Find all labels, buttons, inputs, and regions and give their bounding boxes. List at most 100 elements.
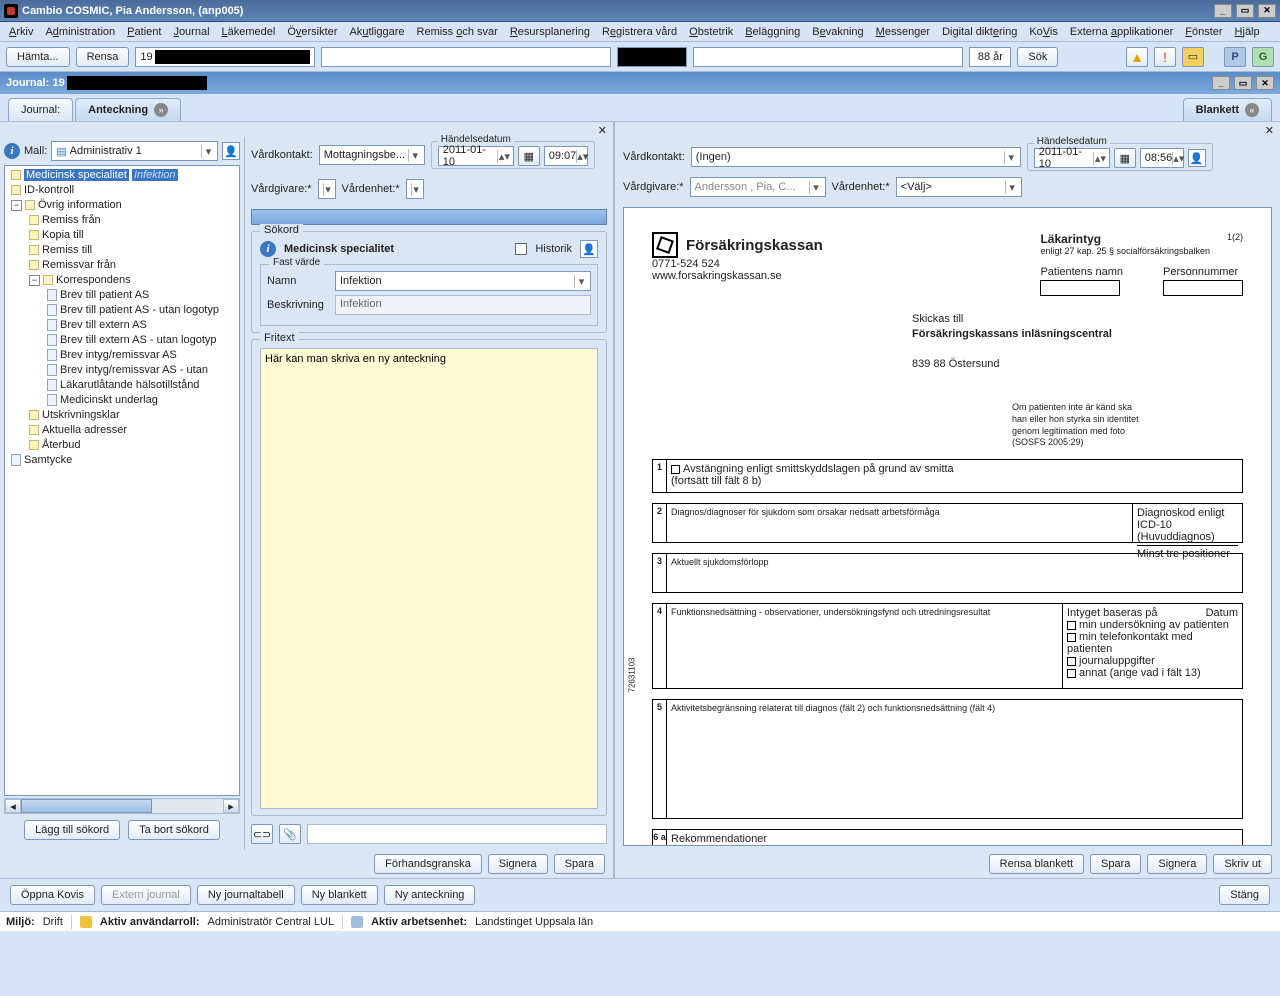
attachment-field[interactable] — [307, 824, 607, 844]
sub-maximize-icon[interactable]: ▭ — [1234, 76, 1252, 90]
clear-form-button[interactable]: Rensa blankett — [989, 854, 1084, 874]
patient-id-field[interactable]: 19 — [135, 47, 315, 67]
g-button[interactable]: G — [1252, 47, 1274, 67]
tree-item[interactable]: Remiss till — [42, 244, 92, 256]
menu-läkemedel[interactable]: Läkemedel — [217, 24, 281, 40]
tree-item[interactable]: Medicinsk specialitet — [24, 169, 129, 181]
horizontal-scrollbar[interactable]: ◂▸ — [4, 798, 240, 814]
patient-name-field[interactable] — [321, 47, 611, 67]
tree-item[interactable]: Brev till patient AS — [60, 289, 149, 301]
menu-administration[interactable]: Administration — [40, 24, 120, 40]
r-vardenhet-combo[interactable]: <Välj>▾ — [896, 177, 1022, 197]
person-icon[interactable]: 👤 — [222, 142, 240, 160]
vardenhet-combo[interactable]: ▾ — [406, 179, 424, 199]
tree-item[interactable]: Läkarutlåtande hälsotillstånd — [60, 379, 199, 391]
tab-anteckning[interactable]: Anteckning» — [75, 98, 181, 121]
extra-field[interactable] — [693, 47, 963, 67]
close-panel-icon[interactable]: ✕ — [1265, 124, 1274, 137]
fetch-button[interactable]: Hämta... — [6, 47, 70, 67]
tree-item[interactable]: Utskrivningsklar — [42, 409, 120, 421]
menu-externa-applikationer[interactable]: Externa applikationer — [1065, 24, 1178, 40]
form-preview[interactable]: 1(2) 72631103 Försäkringskassan 0771-524… — [623, 207, 1272, 846]
tree-item[interactable]: Övrig information — [38, 199, 122, 211]
sign-button[interactable]: Signera — [488, 854, 548, 874]
menu-resursplanering[interactable]: Resursplanering — [505, 24, 595, 40]
r-vardgivare-combo[interactable]: Andersson , Pia, C...▾ — [690, 177, 826, 197]
tree-item[interactable]: Kopia till — [42, 229, 84, 241]
date-field[interactable]: 2011-01-10▴▾ — [438, 146, 514, 166]
tree-item[interactable]: Remiss från — [42, 214, 101, 226]
sub-close-icon[interactable]: ✕ — [1256, 76, 1274, 90]
r-date-field[interactable]: 2011-01-10▴▾ — [1034, 148, 1110, 168]
tree-item[interactable]: Remissvar från — [42, 259, 116, 271]
menu-bevakning[interactable]: Bevakning — [807, 24, 868, 40]
ny-anteckning-button[interactable]: Ny anteckning — [384, 885, 476, 905]
menu-patient[interactable]: Patient — [122, 24, 166, 40]
fritext-textarea[interactable] — [260, 348, 598, 809]
menu-remiss-och-svar[interactable]: Remiss och svar — [412, 24, 503, 40]
historik-checkbox[interactable] — [515, 243, 527, 255]
sign-form-button[interactable]: Signera — [1147, 854, 1207, 874]
personnummer-box[interactable] — [1163, 280, 1243, 296]
tab-blankett[interactable]: Blankett« — [1183, 98, 1272, 121]
close-panel-icon[interactable]: ✕ — [598, 124, 607, 137]
tree-item[interactable]: ID-kontroll — [24, 184, 74, 196]
checkbox[interactable] — [1067, 633, 1076, 642]
tree-item[interactable]: Brev till patient AS - utan logotyp — [60, 304, 219, 316]
menu-arkiv[interactable]: Arkiv — [4, 24, 38, 40]
tree-item[interactable]: Samtycke — [24, 454, 72, 466]
r-vardkontakt-combo[interactable]: (Ingen)▾ — [691, 147, 1021, 167]
preview-button[interactable]: Förhandsgranska — [374, 854, 482, 874]
p-button[interactable]: P — [1224, 47, 1246, 67]
info-icon[interactable]: i — [260, 241, 276, 257]
save-form-button[interactable]: Spara — [1090, 854, 1141, 874]
menu-hjälp[interactable]: Hjälp — [1230, 24, 1265, 40]
note-icon[interactable]: ▭ — [1182, 47, 1204, 67]
tree-item[interactable]: Korrespondens — [56, 274, 131, 286]
sub-minimize-icon[interactable]: _ — [1212, 76, 1230, 90]
checkbox[interactable] — [1067, 657, 1076, 666]
person-icon[interactable]: 👤 — [1188, 149, 1206, 167]
save-button[interactable]: Spara — [554, 854, 605, 874]
menu-obstetrik[interactable]: Obstetrik — [684, 24, 738, 40]
link-icon[interactable]: ⊂⊃ — [251, 824, 273, 844]
collapse-icon[interactable]: − — [29, 275, 40, 286]
minimize-icon[interactable]: _ — [1214, 4, 1232, 18]
tree-item[interactable]: Aktuella adresser — [42, 424, 127, 436]
namn-combo[interactable]: Infektion▾ — [335, 271, 591, 291]
menu-digital-diktering[interactable]: Digital diktering — [937, 24, 1022, 40]
tree-item[interactable]: Brev till extern AS — [60, 319, 147, 331]
calendar-icon[interactable]: ▦ — [518, 146, 540, 166]
info-icon[interactable]: i — [4, 143, 20, 159]
alert-icon[interactable]: ! — [1154, 47, 1176, 67]
tree-item[interactable]: Återbud — [42, 439, 81, 451]
tab-journal[interactable]: Journal: — [8, 98, 73, 121]
ny-journaltabell-button[interactable]: Ny journaltabell — [197, 885, 295, 905]
print-button[interactable]: Skriv ut — [1213, 854, 1272, 874]
calendar-icon[interactable]: ▦ — [1114, 148, 1136, 168]
menu-journal[interactable]: Journal — [168, 24, 214, 40]
stang-button[interactable]: Stäng — [1219, 885, 1270, 905]
vardkontakt-combo[interactable]: Mottagningsbe...▾ — [319, 145, 425, 165]
attachment-icon[interactable]: 📎 — [279, 824, 301, 844]
remove-keyword-button[interactable]: Ta bort sökord — [128, 820, 220, 840]
checkbox[interactable] — [1067, 621, 1076, 630]
patient-name-box[interactable] — [1040, 280, 1120, 296]
warning-icon[interactable]: ▲ — [1126, 47, 1148, 67]
r-time-field[interactable]: 08:56▴▾ — [1140, 148, 1184, 168]
add-keyword-button[interactable]: Lägg till sökord — [24, 820, 120, 840]
menu-översikter[interactable]: Översikter — [282, 24, 342, 40]
menu-fönster[interactable]: Fönster — [1180, 24, 1227, 40]
template-tree[interactable]: Medicinsk specialitet Infektion ID-kontr… — [4, 165, 240, 796]
search-button[interactable]: Sök — [1017, 47, 1058, 67]
mall-combo[interactable]: ▤Administrativ 1▾ — [51, 141, 218, 161]
menu-beläggning[interactable]: Beläggning — [740, 24, 805, 40]
menu-kovis[interactable]: KoVis — [1024, 24, 1063, 40]
collapse-icon[interactable]: − — [11, 200, 22, 211]
clear-button[interactable]: Rensa — [76, 47, 130, 67]
menu-registrera-vård[interactable]: Registrera vård — [597, 24, 682, 40]
person-icon[interactable]: 👤 — [580, 240, 598, 258]
menu-messenger[interactable]: Messenger — [871, 24, 935, 40]
tree-item[interactable]: Medicinskt underlag — [60, 394, 158, 406]
tree-item[interactable]: Brev intyg/remissvar AS - utan — [60, 364, 208, 376]
